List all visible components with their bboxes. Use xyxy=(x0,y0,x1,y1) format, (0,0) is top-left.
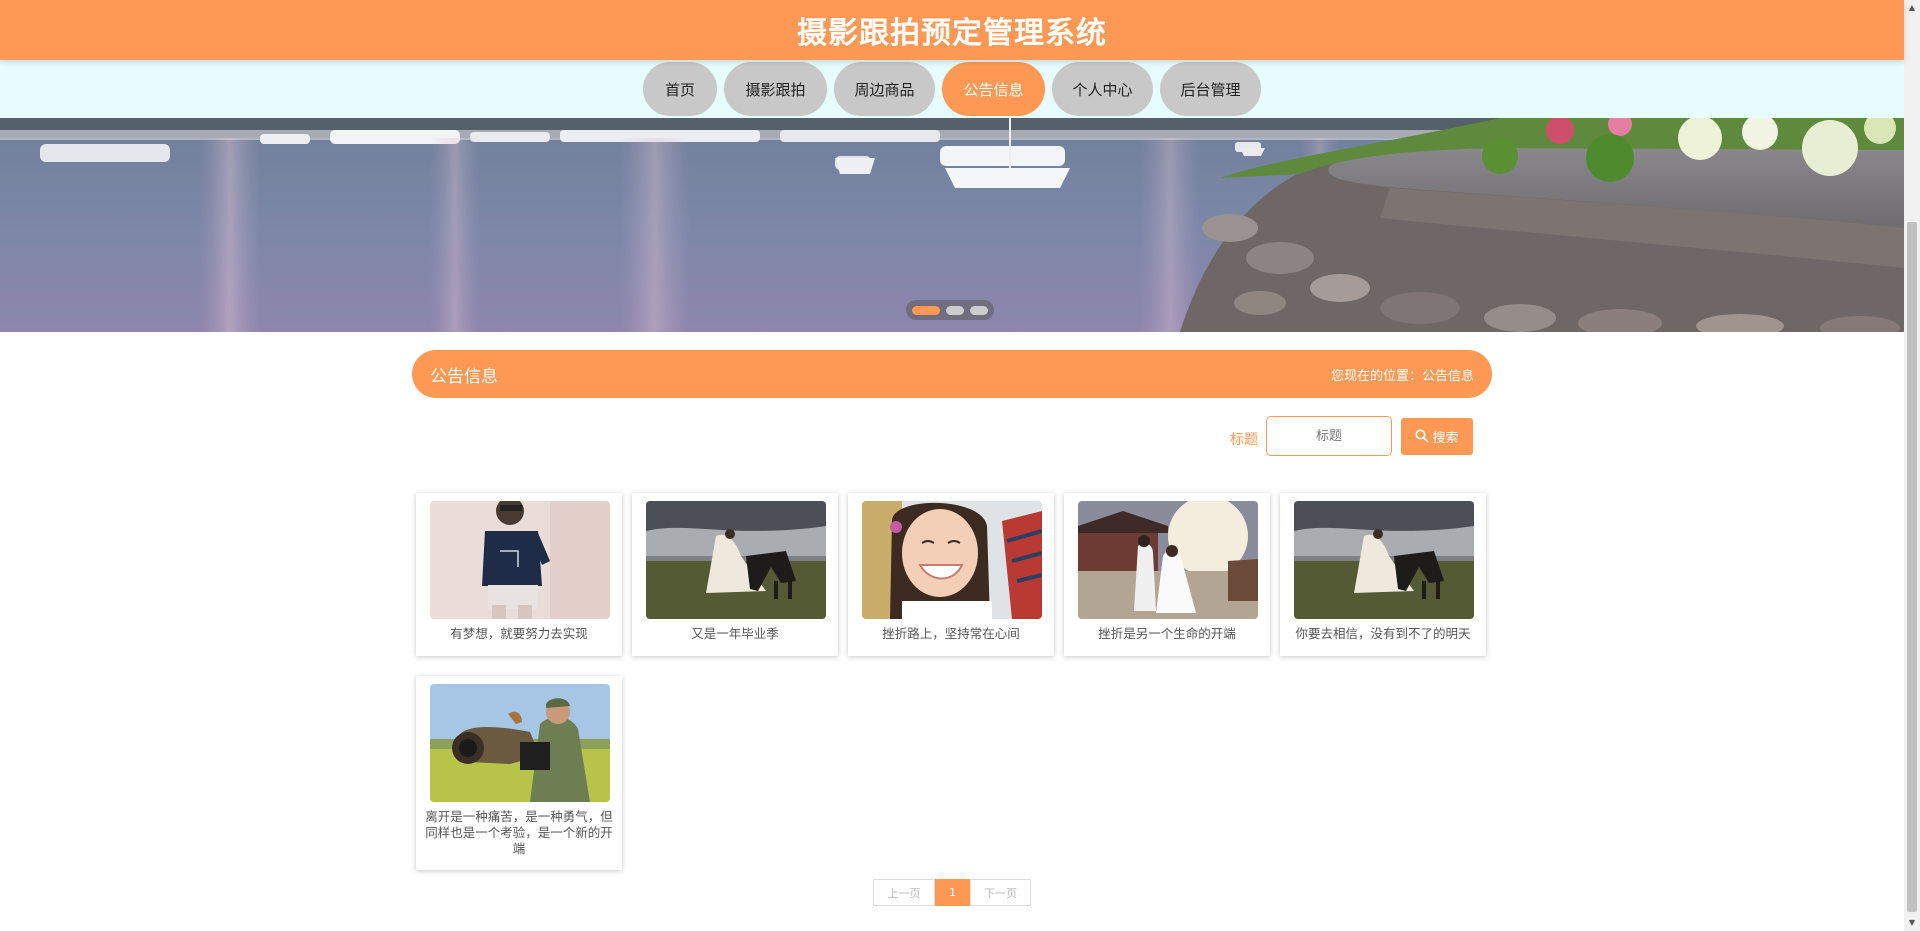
site-header: 摄影跟拍预定管理系统 xyxy=(0,0,1904,60)
card-thumbnail xyxy=(862,501,1042,619)
announcement-card[interactable]: 挫折是另一个生命的开端 xyxy=(1064,493,1270,656)
card-thumbnail xyxy=(1294,501,1474,619)
site-title: 摄影跟拍预定管理系统 xyxy=(797,16,1107,51)
nav-item-home[interactable]: 首页 xyxy=(643,62,717,116)
main-nav: 首页 摄影跟拍 周边商品 公告信息 个人中心 后台管理 xyxy=(0,60,1904,118)
card-thumbnail xyxy=(646,501,826,619)
card-thumbnail xyxy=(1078,501,1258,619)
section-title: 公告信息 xyxy=(430,366,498,387)
card-title: 你要去相信，没有到不了的明天 xyxy=(1295,626,1471,641)
announcement-card[interactable]: 你要去相信，没有到不了的明天 xyxy=(1280,493,1486,656)
scroll-down-arrow-icon[interactable]: ▼ xyxy=(1904,915,1920,931)
search-title-input[interactable] xyxy=(1266,416,1392,456)
nav-item-personal-center[interactable]: 个人中心 xyxy=(1052,62,1153,116)
breadcrumb: 您现在的位置：公告信息 xyxy=(1330,368,1474,384)
section-header: 公告信息 您现在的位置：公告信息 xyxy=(412,350,1492,398)
nav-item-products[interactable]: 周边商品 xyxy=(834,62,935,116)
announcement-card[interactable]: 有梦想，就要努力去实现 xyxy=(416,493,622,656)
search-button[interactable]: 搜索 xyxy=(1401,417,1473,455)
search-button-label: 搜索 xyxy=(1432,429,1459,445)
card-title: 离开是一种痛苦，是一种勇气，但同样也是一个考验，是一个新的开端 xyxy=(425,809,613,856)
announcement-card[interactable]: 挫折路上，坚持常在心间 xyxy=(848,493,1054,656)
announcement-card[interactable]: 又是一年毕业季 xyxy=(632,493,838,656)
nav-list: 首页 摄影跟拍 周边商品 公告信息 个人中心 后台管理 xyxy=(643,62,1261,116)
pagination-page-1[interactable]: 1 xyxy=(935,879,970,906)
scrollbar-thumb[interactable] xyxy=(1907,222,1917,912)
nav-item-announcements[interactable]: 公告信息 xyxy=(942,62,1045,116)
card-title: 有梦想，就要努力去实现 xyxy=(450,626,588,641)
page-scrollbar[interactable]: ▲ ▼ xyxy=(1904,0,1920,931)
search-icon xyxy=(1415,429,1429,443)
card-title: 挫折是另一个生命的开端 xyxy=(1098,626,1236,641)
nav-item-photo-tracking[interactable]: 摄影跟拍 xyxy=(724,62,827,116)
search-label: 标题 xyxy=(1230,432,1258,448)
card-thumbnail xyxy=(430,684,610,802)
carousel-indicators xyxy=(906,300,994,320)
pagination: 上一页 1 下一页 xyxy=(873,879,1031,906)
search-form: 标题 搜索 xyxy=(1230,416,1473,456)
pagination-prev-button[interactable]: 上一页 xyxy=(873,879,935,906)
carousel-dot-2[interactable] xyxy=(946,305,964,315)
carousel-dot-1[interactable] xyxy=(912,305,940,315)
page: 摄影跟拍预定管理系统 首页 摄影跟拍 周边商品 公告信息 个人中心 后台管理 公… xyxy=(0,0,1920,931)
announcement-card[interactable]: 离开是一种痛苦，是一种勇气，但同样也是一个考验，是一个新的开端 xyxy=(416,676,622,870)
carousel-dot-3[interactable] xyxy=(970,305,988,315)
scroll-up-arrow-icon[interactable]: ▲ xyxy=(1904,0,1920,16)
pagination-next-button[interactable]: 下一页 xyxy=(970,879,1031,906)
card-thumbnail xyxy=(430,501,610,619)
nav-item-admin[interactable]: 后台管理 xyxy=(1160,62,1261,116)
card-title: 又是一年毕业季 xyxy=(691,626,779,641)
card-title: 挫折路上，坚持常在心间 xyxy=(882,626,1020,641)
